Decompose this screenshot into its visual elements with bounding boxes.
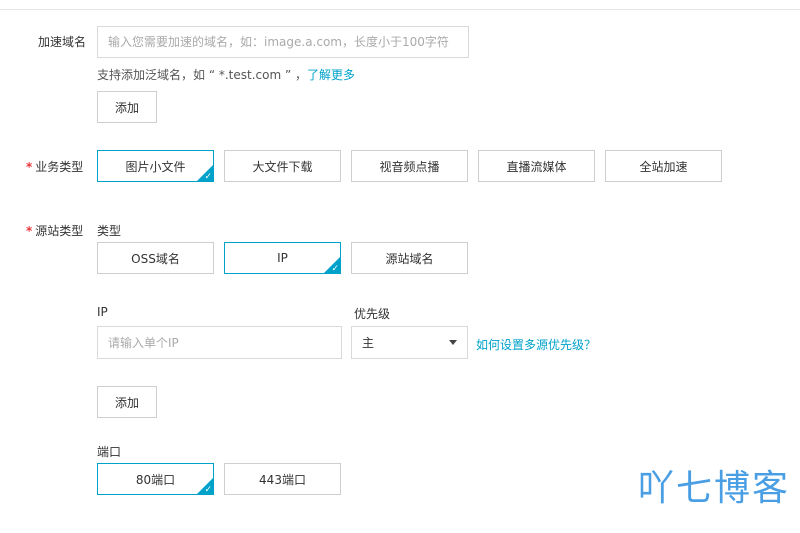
port-option-label: 80端口 <box>135 472 176 487</box>
domain-input[interactable] <box>97 26 469 58</box>
check-icon: ✓ <box>204 485 212 495</box>
ip-label: IP <box>97 305 108 319</box>
chevron-down-icon <box>449 340 457 345</box>
business-option-small-files[interactable]: 图片小文件 ✓ <box>97 150 214 182</box>
origin-subtype-label: 类型 <box>97 224 122 238</box>
business-option-large-download[interactable]: 大文件下载 <box>224 150 341 182</box>
business-option-vod[interactable]: 视音频点播 <box>351 150 468 182</box>
business-option-label: 视音频点播 <box>379 159 440 174</box>
domain-hint: 支持添加泛域名，如 “ *.test.com ” ，了解更多 <box>97 66 355 83</box>
domain-label: 加速域名 <box>38 35 87 49</box>
required-icon: * <box>26 160 33 174</box>
origin-option-label: 源站域名 <box>385 251 434 266</box>
add-domain-button[interactable]: 添加 <box>97 91 157 123</box>
check-icon: ✓ <box>331 264 339 274</box>
priority-select[interactable]: 主 <box>351 326 468 359</box>
origin-type-label-text: 源站类型 <box>35 224 84 238</box>
top-divider <box>0 9 800 10</box>
learn-more-link[interactable]: 了解更多 <box>307 68 355 82</box>
watermark-logo: 吖七博客 <box>637 468 790 509</box>
business-option-label: 图片小文件 <box>125 159 186 174</box>
port-option-443[interactable]: 443端口 <box>224 463 341 495</box>
business-option-label: 直播流媒体 <box>506 159 567 174</box>
priority-value: 主 <box>362 336 375 350</box>
origin-type-label: * 源站类型 <box>26 222 83 239</box>
business-type-label: * 业务类型 <box>26 158 83 175</box>
check-icon: ✓ <box>204 172 212 182</box>
origin-option-label: OSS域名 <box>131 251 180 266</box>
business-option-live[interactable]: 直播流媒体 <box>478 150 595 182</box>
ip-input[interactable] <box>97 326 342 359</box>
origin-option-ip[interactable]: IP ✓ <box>224 242 341 274</box>
port-option-80[interactable]: 80端口 ✓ <box>97 463 214 495</box>
priority-help-link[interactable]: 如何设置多源优先级？ <box>476 336 596 353</box>
domain-hint-text: 支持添加泛域名，如 “ *.test.com ” ， <box>97 68 307 82</box>
origin-option-oss[interactable]: OSS域名 <box>97 242 214 274</box>
origin-option-domain[interactable]: 源站域名 <box>351 242 468 274</box>
port-option-label: 443端口 <box>259 472 306 487</box>
business-type-label-text: 业务类型 <box>35 160 84 174</box>
port-label: 端口 <box>97 445 122 459</box>
origin-option-label: IP <box>277 251 288 265</box>
business-option-label: 全站加速 <box>639 159 688 174</box>
business-option-full-site[interactable]: 全站加速 <box>605 150 722 182</box>
priority-label: 优先级 <box>354 307 391 321</box>
business-option-label: 大文件下载 <box>252 159 313 174</box>
required-icon: * <box>26 224 33 238</box>
add-origin-button[interactable]: 添加 <box>97 386 157 418</box>
